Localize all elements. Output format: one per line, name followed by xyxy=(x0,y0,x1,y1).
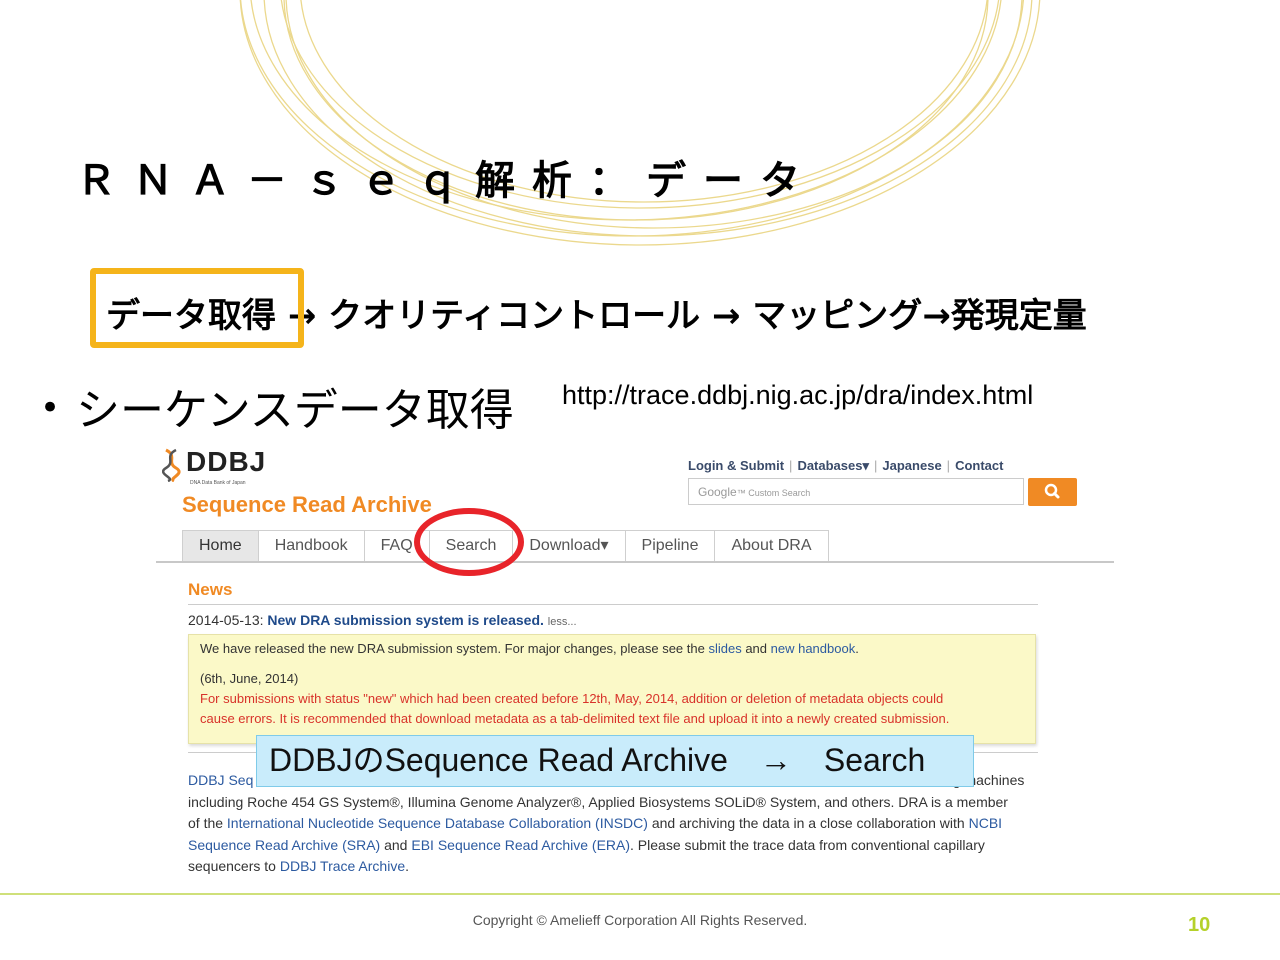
databases-menu[interactable]: Databases▾ xyxy=(797,458,869,473)
logo-subtitle: DNA Data Bank of Japan xyxy=(190,480,246,486)
embedded-website-screenshot: DDBJ DNA Data Bank of Japan Login & Subm… xyxy=(150,436,1120,882)
google-brand: Google xyxy=(698,485,737,499)
tab-underline xyxy=(156,561,1114,563)
step-quality-control: クオリティコントロール xyxy=(328,296,701,336)
news-item: 2014-05-13: New DRA submission system is… xyxy=(188,612,577,628)
less-link[interactable]: less... xyxy=(548,616,577,628)
dna-helix-icon xyxy=(162,448,181,482)
arrow: → xyxy=(700,296,753,336)
news-warning-line-1: For submissions with status "new" which … xyxy=(200,691,944,706)
current-step-highlight-box xyxy=(90,268,304,348)
tab-about-dra[interactable]: About DRA xyxy=(715,530,829,561)
para-text: . xyxy=(405,858,409,874)
para-text: and archiving the data in a close collab… xyxy=(647,815,969,831)
tab-handbook[interactable]: Handbook xyxy=(258,530,365,561)
news-text: . xyxy=(855,641,859,656)
para-text: including Roche 454 GS System®, Illumina… xyxy=(188,793,1008,810)
news-date-2: (6th, June, 2014) xyxy=(200,671,299,686)
source-url[interactable]: http://trace.ddbj.nig.ac.jp/dra/index.ht… xyxy=(562,380,1033,411)
bullet-text: シーケンスデータ取得 xyxy=(76,385,514,436)
tab-download[interactable]: Download▾ xyxy=(513,530,626,561)
divider xyxy=(188,604,1038,605)
news-text: We have released the new DRA submission … xyxy=(200,641,709,656)
ncbi-link[interactable]: NCBI xyxy=(969,815,1002,831)
tab-pipeline[interactable]: Pipeline xyxy=(625,530,716,561)
top-links: Login & Submit | Databases▾ | Japanese | Conta… xyxy=(688,458,1004,473)
para-text: of the xyxy=(188,815,227,831)
news-text: and xyxy=(741,641,771,656)
slide-title: ＲＮＡ－ｓｅｑ解析：データ xyxy=(76,158,817,204)
para-text: sequencers to xyxy=(188,858,280,874)
site-search-input[interactable]: Google™ Custom Search xyxy=(688,478,1024,505)
trace-archive-link[interactable]: DDBJ Trace Archive xyxy=(280,858,405,874)
search-placeholder: Custom Search xyxy=(748,488,811,498)
login-link[interactable]: Login & Submit xyxy=(688,458,784,473)
insdc-link[interactable]: International Nucleotide Sequence Databa… xyxy=(227,815,648,831)
workflow-steps: データ取得 → クオリティコントロール → マッピング→発現定量 xyxy=(90,268,1087,348)
tab-home[interactable]: Home xyxy=(182,530,259,561)
search-button[interactable] xyxy=(1028,478,1077,506)
news-heading: News xyxy=(188,580,233,599)
era-link[interactable]: EBI Sequence Read Archive (ERA) xyxy=(411,837,630,853)
sra-link[interactable]: Sequence Read Archive (SRA) xyxy=(188,837,380,853)
contact-link[interactable]: Contact xyxy=(955,458,1003,473)
new-handbook-link[interactable]: new handbook xyxy=(771,641,856,656)
ddbj-seq-link[interactable]: DDBJ Seq xyxy=(188,772,253,788)
news-date: 2014-05-13: xyxy=(188,612,264,628)
logo-text: DDBJ xyxy=(186,446,267,477)
footer-divider xyxy=(0,893,1280,895)
bullet-icon: • xyxy=(40,388,61,428)
arrow: → xyxy=(922,296,951,336)
instruction-callout: DDBJのSequence Read Archive → Search xyxy=(256,735,974,787)
site-title: Sequence Read Archive xyxy=(182,492,432,517)
search-tab-highlight-ring xyxy=(414,508,524,576)
news-title-link[interactable]: New DRA submission system is released. xyxy=(267,612,543,628)
news-detail-box: We have released the new DRA submission … xyxy=(188,634,1036,744)
step-mapping: マッピング xyxy=(752,296,923,336)
copyright-text: Copyright © Amelieff Corporation All Rig… xyxy=(472,912,808,928)
japanese-link[interactable]: Japanese xyxy=(882,458,941,473)
para-text: and xyxy=(380,836,412,853)
bullet-item: • シーケンスデータ取得 xyxy=(40,374,514,438)
copyright: Copyright © Amelieff Corporation All Rig… xyxy=(0,912,1280,928)
step-expression-quantification: 発現定量 xyxy=(950,296,1087,336)
slides-link[interactable]: slides xyxy=(708,641,741,656)
news-warning-line-2: cause errors. It is recommended that dow… xyxy=(200,711,950,726)
para-text: . Please submit the trace data from conv… xyxy=(630,836,985,853)
page-number: 10 xyxy=(1188,914,1211,936)
magnifier-icon xyxy=(1044,483,1060,499)
